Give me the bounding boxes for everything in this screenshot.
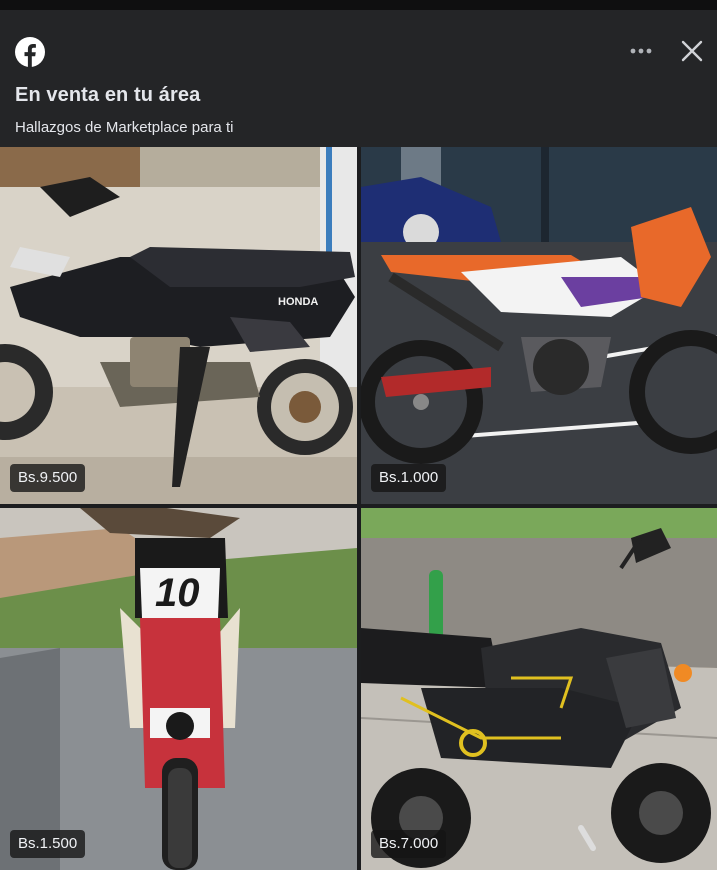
- listing-grid: HONDA Bs.9.500 Bs.1.000 10 Bs.1.500 Bs.7…: [0, 147, 717, 870]
- price-badge: Bs.9.500: [10, 464, 86, 492]
- listing-card[interactable]: Bs.7.000: [361, 508, 717, 870]
- listing-card[interactable]: HONDA Bs.9.500: [0, 147, 357, 504]
- more-dots-icon: [630, 48, 652, 54]
- panel-title: En venta en tu área: [15, 84, 201, 106]
- listing-card[interactable]: 10 Bs.1.500: [0, 508, 357, 870]
- more-options-button[interactable]: [626, 40, 656, 62]
- number-plate-text: 10: [155, 571, 200, 615]
- panel-header: En venta en tu área Hallazgos de Marketp…: [0, 10, 717, 147]
- facebook-icon: [15, 37, 45, 67]
- close-icon[interactable]: [679, 38, 705, 64]
- tank-brand-text: HONDA: [278, 296, 318, 308]
- panel-subtitle: Hallazgos de Marketplace para ti: [15, 119, 234, 136]
- status-strip: [0, 0, 717, 10]
- price-badge: Bs.1.000: [371, 464, 447, 492]
- price-badge: Bs.7.000: [371, 830, 447, 858]
- listing-photo: HONDA: [0, 147, 357, 504]
- listing-photo: 10: [0, 508, 357, 870]
- listing-photo: [361, 147, 717, 504]
- listing-card[interactable]: Bs.1.000: [361, 147, 717, 504]
- price-badge: Bs.1.500: [10, 830, 86, 858]
- listing-photo: [361, 508, 717, 870]
